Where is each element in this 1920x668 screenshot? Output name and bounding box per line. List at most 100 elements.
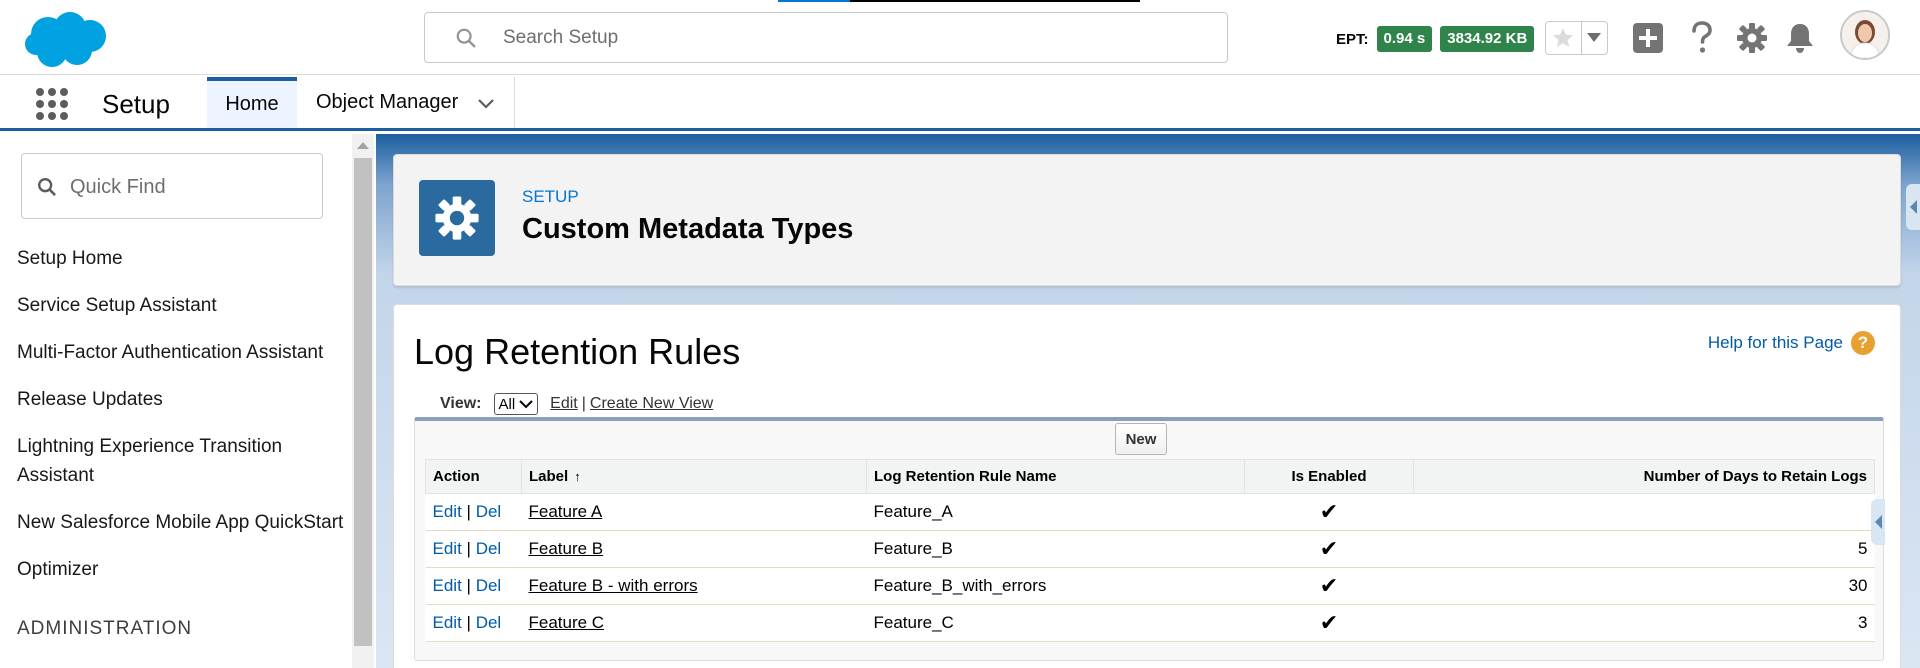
action-separator: | — [466, 539, 471, 558]
user-profile-photo-icon — [1842, 12, 1888, 58]
record-label-link[interactable]: Feature C — [529, 613, 605, 632]
page-eyebrow: SETUP — [522, 187, 579, 206]
list-view-card: Log Retention Rules Help for this Page ?… — [393, 304, 1901, 668]
del-link[interactable]: Del — [476, 502, 502, 521]
checkmark-icon: ✔ — [1319, 573, 1339, 598]
column-header-action: Action — [425, 459, 522, 494]
setup-sidebar: Setup Home Service Setup Assistant Multi… — [0, 134, 352, 668]
collapse-panel-tab[interactable] — [1906, 184, 1920, 230]
record-label-link[interactable]: Feature A — [529, 502, 603, 521]
sidebar-item-mobile-app-quickstart[interactable]: New Salesforce Mobile App QuickStart — [17, 508, 347, 537]
tab-object-manager[interactable]: Object Manager — [297, 77, 515, 128]
row-actions: Edit | Del — [425, 530, 522, 568]
salesforce-logo-icon[interactable] — [22, 10, 112, 70]
search-input[interactable] — [503, 23, 1203, 53]
global-header: EPT: 0.94 s 3834.92 KB — [0, 0, 1920, 75]
ept-size-badge: 3834.92 KB — [1440, 26, 1535, 52]
edit-link[interactable]: Edit — [433, 613, 462, 632]
sidebar-scrollbar[interactable] — [352, 134, 374, 668]
user-avatar[interactable] — [1840, 10, 1890, 60]
del-link[interactable]: Del — [476, 539, 502, 558]
action-separator: | — [466, 576, 471, 595]
column-header-days-to-retain[interactable]: Number of Days to Retain Logs — [1413, 459, 1875, 494]
column-header-label[interactable]: Label ↑ — [521, 459, 867, 494]
sidebar-nav-list: Setup Home Service Setup Assistant Multi… — [17, 244, 347, 602]
favorite-star-button[interactable] — [1546, 22, 1581, 54]
setup-gear-icon — [419, 180, 495, 256]
record-rule-name: Feature_B_with_errors — [866, 567, 1245, 605]
chevron-down-icon — [519, 400, 533, 409]
table-row: Edit | Del Feature C Feature_C ✔ 3 — [425, 604, 1875, 642]
help-button[interactable] — [1684, 20, 1720, 56]
edit-link[interactable]: Edit — [433, 539, 462, 558]
help-for-page-link[interactable]: Help for this Page ? — [1708, 331, 1875, 355]
column-header-rule-name[interactable]: Log Retention Rule Name — [866, 459, 1245, 494]
sidebar-item-mfa-assistant[interactable]: Multi-Factor Authentication Assistant — [17, 338, 347, 367]
setup-search-box[interactable] — [424, 12, 1228, 63]
sidebar-item-service-setup-assistant[interactable]: Service Setup Assistant — [17, 291, 347, 320]
page-header: SETUP Custom Metadata Types — [393, 154, 1901, 286]
favorites-dropdown-button[interactable] — [1580, 22, 1607, 54]
scroll-up-arrow-icon[interactable] — [357, 142, 369, 149]
table-row: Edit | Del Feature A Feature_A ✔ — [425, 493, 1875, 531]
help-question-icon[interactable]: ? — [1851, 331, 1875, 355]
records-table: Action Label ↑ Log Retention Rule Name Is… — [425, 459, 1875, 642]
tab-home[interactable]: Home — [207, 77, 297, 128]
row-actions: Edit | Del — [425, 493, 522, 531]
column-header-is-enabled[interactable]: Is Enabled — [1244, 459, 1414, 494]
sidebar-item-optimizer[interactable]: Optimizer — [17, 555, 347, 584]
del-link[interactable]: Del — [476, 576, 502, 595]
card-title: Log Retention Rules — [414, 331, 741, 372]
global-actions-button[interactable] — [1630, 20, 1666, 56]
create-new-view-link[interactable]: Create New View — [590, 395, 713, 413]
record-label-link[interactable]: Feature B — [529, 539, 604, 558]
bell-icon — [1787, 24, 1813, 53]
quick-find-box[interactable] — [21, 153, 323, 219]
edit-view-link[interactable]: Edit — [550, 395, 578, 413]
app-launcher-grid-icon[interactable] — [35, 87, 69, 121]
list-box: New Action Label ↑ Log Retention Rule Nam… — [414, 417, 1885, 661]
help-link-label[interactable]: Help for this Page — [1708, 333, 1843, 353]
record-label-link[interactable]: Feature B - with errors — [529, 576, 698, 595]
loading-progress-bar — [778, 0, 1140, 2]
column-header-label-text[interactable]: Label — [529, 468, 568, 485]
gear-icon — [1737, 23, 1767, 53]
view-select[interactable]: All — [493, 393, 539, 415]
setup-gear-button[interactable] — [1734, 20, 1770, 56]
record-days: 5 — [1413, 530, 1875, 568]
new-button[interactable]: New — [1115, 423, 1167, 455]
page-title: Custom Metadata Types — [522, 213, 854, 245]
quick-find-input[interactable] — [70, 172, 310, 202]
sidebar-section-administration[interactable]: ADMINISTRATION — [17, 618, 192, 640]
ept-indicator: EPT: 0.94 s 3834.92 KB — [1336, 26, 1535, 52]
notifications-button[interactable] — [1782, 20, 1818, 56]
checkmark-icon: ✔ — [1319, 536, 1339, 561]
collapse-panel-tab[interactable] — [1871, 499, 1885, 545]
view-filter-row: View: All Edit | Create New View — [440, 393, 713, 415]
row-actions: Edit | Del — [425, 604, 522, 642]
edit-link[interactable]: Edit — [433, 502, 462, 521]
sidebar-item-release-updates[interactable]: Release Updates — [17, 385, 347, 414]
sidebar-item-setup-home[interactable]: Setup Home — [17, 244, 347, 273]
table-row: Edit | Del Feature B - with errors Featu… — [425, 567, 1875, 605]
edit-link[interactable]: Edit — [433, 576, 462, 595]
ept-time-badge: 0.94 s — [1376, 26, 1433, 52]
record-days — [1413, 493, 1875, 531]
caret-down-icon — [1587, 33, 1602, 42]
del-link[interactable]: Del — [476, 613, 502, 632]
row-actions: Edit | Del — [425, 567, 522, 605]
action-separator: | — [466, 502, 471, 521]
link-separator: | — [581, 395, 586, 412]
search-icon — [38, 178, 56, 196]
record-rule-name: Feature_A — [866, 493, 1245, 531]
ept-label: EPT: — [1336, 30, 1369, 48]
favorites-control[interactable] — [1545, 21, 1608, 55]
table-header-row: Action Label ↑ Log Retention Rule Name Is… — [425, 459, 1875, 494]
main-content: SETUP Custom Metadata Types Log Retentio… — [376, 134, 1920, 668]
chevron-down-icon[interactable] — [476, 93, 496, 113]
scrollbar-thumb[interactable] — [354, 158, 372, 646]
record-rule-name: Feature_C — [866, 604, 1245, 642]
sidebar-item-lightning-transition-assistant[interactable]: Lightning Experience Transition Assistan… — [17, 432, 317, 490]
search-icon — [456, 28, 476, 48]
sort-ascending-icon: ↑ — [574, 469, 581, 484]
